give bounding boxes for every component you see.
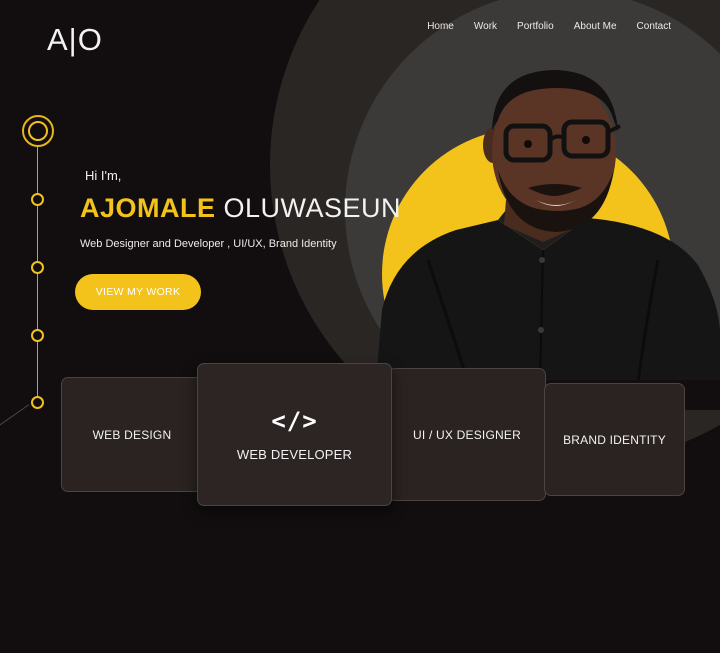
timeline-dot[interactable] [31,329,44,342]
timeline-dot[interactable] [31,261,44,274]
nav-home[interactable]: Home [427,21,454,32]
profile-photo [376,70,720,382]
service-card-web-design[interactable]: WEB DESIGN [61,377,203,492]
timeline-dot-active[interactable] [22,115,54,147]
timeline-line [37,145,38,405]
service-card-brand-identity[interactable]: BRAND IDENTITY [544,383,685,496]
nav-portfolio[interactable]: Portfolio [517,21,554,32]
service-card-web-developer[interactable]: </> WEB DEVELOPER [197,363,392,506]
hero-greeting: Hi I'm, [85,168,122,183]
service-card-ui-ux-designer[interactable]: UI / UX DESIGNER [388,368,546,501]
page: A|O Home Work Portfolio About Me Contact… [0,0,720,653]
view-my-work-button[interactable]: VIEW MY WORK [75,274,201,310]
nav-about-me[interactable]: About Me [574,21,617,32]
decorative-curve [0,404,53,461]
main-nav: Home Work Portfolio About Me Contact [427,21,671,32]
timeline-dot[interactable] [31,193,44,206]
hero-tagline: Web Designer and Developer , UI/UX, Bran… [80,238,337,250]
hero-name: AJOMALE OLUWASEUN [80,193,401,224]
nav-work[interactable]: Work [474,21,497,32]
service-label: BRAND IDENTITY [563,432,666,447]
nav-contact[interactable]: Contact [637,21,671,32]
service-label: WEB DEVELOPER [236,447,353,462]
hero-first-name: AJOMALE [80,193,216,223]
timeline-dot[interactable] [31,396,44,409]
logo[interactable]: A|O [47,22,103,58]
service-label: UI / UX DESIGNER [413,427,521,442]
service-label: WEB DESIGN [92,427,172,442]
hero-last-name: OLUWASEUN [223,193,402,223]
code-icon: </> [271,407,318,435]
